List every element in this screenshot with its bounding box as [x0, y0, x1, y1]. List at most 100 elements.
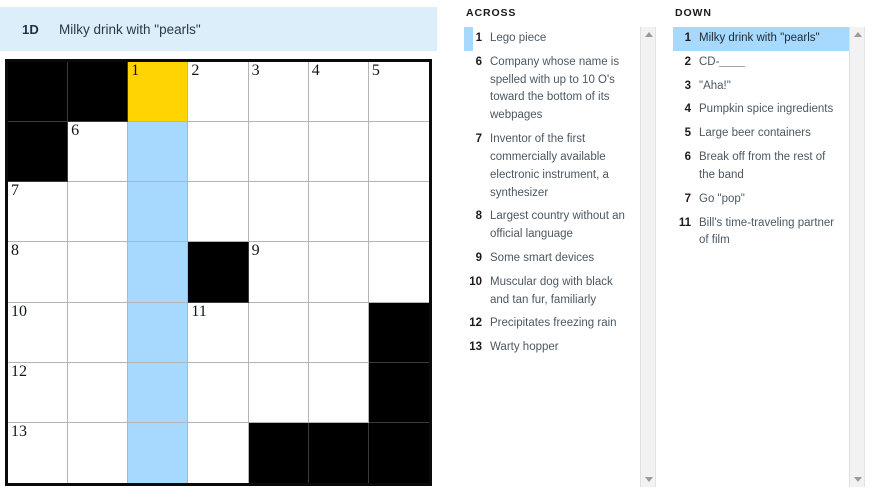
- clue-item[interactable]: 6 Break off from the rest of the band: [673, 146, 849, 188]
- grid-cell[interactable]: [128, 182, 189, 243]
- down-clue-list-container[interactable]: 1 Milky drink with "pearls" 2 CD- 3 "Aha!" 4 Pu…: [673, 27, 865, 487]
- grid-cell[interactable]: [308, 122, 369, 183]
- across-scrollbar-thumb[interactable]: [642, 42, 655, 472]
- grid-cell-number: 1: [131, 62, 140, 79]
- clue-number: 13: [469, 341, 482, 354]
- grid-cell[interactable]: [188, 362, 249, 423]
- down-scroll-down-icon[interactable]: [850, 472, 864, 487]
- across-scrollbar[interactable]: [640, 27, 655, 487]
- grid-cell[interactable]: 11: [188, 302, 249, 363]
- clue-item[interactable]: 1 Milky drink with "pearls": [673, 27, 849, 51]
- across-scroll-up-icon[interactable]: [641, 27, 655, 42]
- grid-cell-block: [68, 62, 129, 123]
- grid-cell[interactable]: [68, 302, 129, 363]
- clue-item[interactable]: 4 Pumpkin spice ingredients: [673, 98, 849, 122]
- down-scrollbar[interactable]: [849, 27, 864, 487]
- clue-number: 2: [684, 55, 691, 68]
- clue-item[interactable]: 7 Go "pop": [673, 188, 849, 212]
- grid-cell[interactable]: [68, 182, 129, 243]
- grid-cell[interactable]: [68, 242, 129, 303]
- grid-cell[interactable]: [188, 122, 249, 183]
- clue-text: CD-: [699, 54, 843, 72]
- clue-item[interactable]: 1 Lego piece: [464, 27, 640, 51]
- clue-text: Company whose name is spelled with up to…: [490, 55, 620, 122]
- grid-cell[interactable]: 7: [8, 182, 69, 243]
- clue-item[interactable]: 3 "Aha!": [673, 75, 849, 99]
- grid-cell[interactable]: [308, 182, 369, 243]
- clue-item[interactable]: 7 Inventor of the first commercially avai…: [464, 128, 640, 205]
- grid-cell[interactable]: [368, 122, 429, 183]
- grid-cell-block: [368, 422, 429, 483]
- grid-cell[interactable]: [128, 302, 189, 363]
- grid-cell[interactable]: 12: [8, 362, 69, 423]
- grid-cell[interactable]: 1: [128, 62, 189, 123]
- clue-text: Inventor of the first commercially avail…: [490, 133, 609, 199]
- grid-cell-block: [368, 302, 429, 363]
- grid-cell[interactable]: [128, 122, 189, 183]
- grid-cell[interactable]: [68, 362, 129, 423]
- clue-text: "Aha!": [699, 79, 731, 92]
- grid-cell[interactable]: [248, 122, 309, 183]
- grid-cell-block: [188, 242, 249, 303]
- across-heading: ACROSS: [466, 7, 517, 19]
- grid-cell-number: 12: [11, 362, 27, 380]
- clue-item[interactable]: 8 Largest country without an official lan…: [464, 205, 640, 247]
- grid-cell[interactable]: [188, 182, 249, 243]
- grid-cell[interactable]: [128, 242, 189, 303]
- grid-cell[interactable]: [128, 422, 189, 483]
- clue-item[interactable]: 12 Precipitates freezing rain: [464, 312, 640, 336]
- grid-cell[interactable]: [248, 182, 309, 243]
- grid-cell[interactable]: [188, 422, 249, 483]
- crossword-grid[interactable]: 1 2 3 4 5 6 7 8 9 10 11 12 13: [5, 59, 432, 486]
- grid-cell-block: [308, 422, 369, 483]
- down-scrollbar-thumb[interactable]: [851, 42, 864, 472]
- grid-cell[interactable]: [128, 362, 189, 423]
- current-clue-bar[interactable]: 1D Milky drink with "pearls": [0, 7, 437, 51]
- grid-cell[interactable]: 13: [8, 422, 69, 483]
- across-scroll-down-icon[interactable]: [641, 472, 655, 487]
- clue-blank: [719, 65, 746, 67]
- grid-cell-block: [8, 122, 69, 183]
- clue-number: 3: [684, 79, 691, 92]
- grid-cell[interactable]: [308, 242, 369, 303]
- clue-item[interactable]: 2 CD-: [673, 51, 849, 75]
- grid-cell-number: 3: [251, 62, 260, 79]
- grid-cell-number: 9: [251, 242, 260, 260]
- clue-text: Warty hopper: [490, 341, 559, 354]
- down-clue-panel: DOWN 1 Milky drink with "pearls" 2 CD- 3 "Aha…: [673, 7, 865, 494]
- clue-text: Bill's time-traveling partner of film: [699, 216, 835, 247]
- clue-number: 1: [684, 32, 691, 44]
- grid-cell[interactable]: 2: [188, 62, 249, 123]
- grid-cell-number: 13: [11, 422, 27, 440]
- clue-number: 7: [684, 192, 691, 205]
- current-clue-text: Milky drink with "pearls": [59, 21, 201, 37]
- across-clue-panel: ACROSS 1 Lego piece 6 Company whose name is…: [464, 7, 656, 494]
- down-scroll-up-icon[interactable]: [850, 27, 864, 42]
- grid-cell[interactable]: [248, 362, 309, 423]
- clue-item[interactable]: 13 Warty hopper: [464, 336, 640, 360]
- grid-cell[interactable]: [308, 362, 369, 423]
- grid-cell[interactable]: 10: [8, 302, 69, 363]
- clue-number: 1: [475, 32, 482, 44]
- grid-cell[interactable]: 5: [368, 62, 429, 123]
- grid-cell[interactable]: 3: [248, 62, 309, 123]
- grid-cell[interactable]: 4: [308, 62, 369, 123]
- clue-item[interactable]: 11 Bill's time-traveling partner of film: [673, 212, 849, 254]
- clue-item[interactable]: 6 Company whose name is spelled with up t…: [464, 51, 640, 128]
- clue-item[interactable]: 10 Muscular dog with black and tan fur, f…: [464, 271, 640, 313]
- grid-cell-number: 10: [11, 302, 27, 320]
- grid-cell-number: 6: [71, 122, 80, 140]
- grid-cell[interactable]: [368, 182, 429, 243]
- clue-item[interactable]: 5 Large beer containers: [673, 122, 849, 146]
- grid-cell[interactable]: [248, 302, 309, 363]
- across-clue-list-container[interactable]: 1 Lego piece 6 Company whose name is spelle…: [464, 27, 656, 487]
- grid-cell[interactable]: [308, 302, 369, 363]
- clue-number: 5: [684, 127, 691, 140]
- clue-text: Large beer containers: [699, 127, 811, 140]
- grid-cell[interactable]: [368, 242, 429, 303]
- grid-cell[interactable]: 6: [68, 122, 129, 183]
- grid-cell[interactable]: [68, 422, 129, 483]
- clue-item[interactable]: 9 Some smart devices: [464, 247, 640, 271]
- grid-cell[interactable]: 9: [248, 242, 309, 303]
- grid-cell[interactable]: 8: [8, 242, 69, 303]
